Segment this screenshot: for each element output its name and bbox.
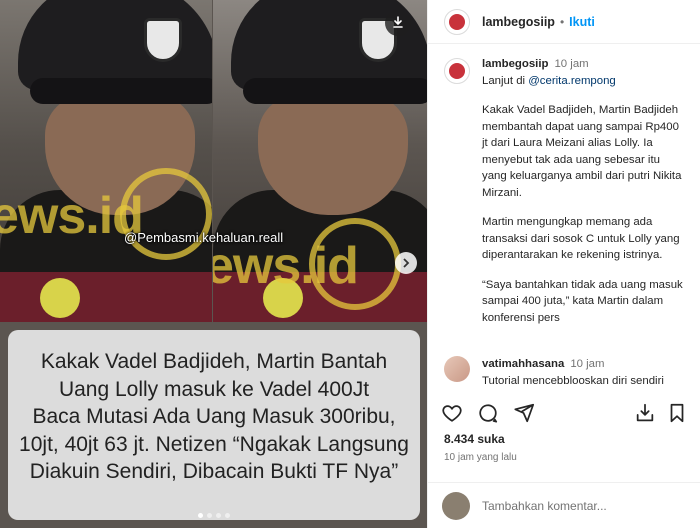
caption-paragraph: Kakak Vadel Badjideh, Martin Badjideh me…	[482, 104, 682, 199]
post-media[interactable]: ews.id ews.id @Pembasmi.kehaluan.reall K…	[0, 0, 427, 528]
carousel-indicator	[197, 513, 230, 518]
likes-count[interactable]: 8.434 suka	[444, 432, 505, 446]
avatar	[442, 491, 470, 520]
overlay-handle-text: @Pembasmi.kehaluan.reall	[124, 230, 284, 245]
comment-input[interactable]	[482, 498, 672, 513]
news-watermark: ews.id	[213, 237, 359, 295]
heart-icon	[441, 402, 463, 429]
save-icon	[634, 402, 656, 429]
save-button[interactable]	[633, 403, 657, 427]
cap-logo	[144, 18, 182, 62]
carousel-dot	[224, 513, 230, 518]
separator-dot: •	[559, 14, 565, 29]
download-icon	[391, 15, 405, 32]
caption-line: Diakuin Sendiri, Dibacain Bukti TF Nya”	[29, 460, 399, 483]
share-icon	[513, 402, 535, 429]
comment-text: Tutorial mencebblooskan diri sendiri	[482, 374, 664, 387]
comment-icon	[477, 402, 499, 429]
mention-link[interactable]: @cerita.rempong	[528, 75, 616, 87]
image-caption-card: Kakak Vadel Badjideh, Martin Bantah Uang…	[8, 330, 420, 520]
caption-line: Kakak Vadel Badjideh, Martin Bantah	[40, 350, 388, 373]
caption-paragraph: Martin mengungkap memang ada transaksi d…	[482, 216, 680, 261]
caption-username[interactable]: lambegosiip	[482, 58, 548, 70]
share-button[interactable]	[512, 403, 536, 427]
carousel-dot	[197, 513, 203, 518]
next-slide-button[interactable]	[395, 252, 417, 274]
post-timestamp[interactable]: 10 jam yang lalu	[444, 452, 517, 463]
post-header: lambegosiip • Ikuti	[428, 0, 700, 44]
caption-paragraph: “Saya bantahkan tidak ada uang masuk sam…	[482, 278, 683, 324]
comment-time: 10 jam	[570, 358, 605, 370]
news-watermark: ews.id	[0, 187, 144, 245]
carousel-dot	[206, 513, 212, 518]
video-frame-left: ews.id	[0, 0, 212, 322]
header-username[interactable]: lambegosiip	[482, 15, 555, 29]
like-button[interactable]	[440, 403, 464, 427]
caption-time[interactable]: 10 jam	[554, 58, 588, 70]
caption-line: Baca Mutasi Ada Uang Masuk 300ribu,	[32, 405, 396, 428]
instagram-post-modal: ews.id ews.id @Pembasmi.kehaluan.reall K…	[0, 0, 700, 528]
action-bar	[428, 400, 700, 430]
bookmark-icon	[666, 402, 688, 429]
avatar[interactable]	[444, 8, 470, 35]
video-frame-right: ews.id	[213, 0, 427, 322]
chevron-right-icon	[401, 255, 411, 271]
avatar[interactable]	[444, 356, 470, 382]
follow-button[interactable]: Ikuti	[569, 15, 595, 29]
comment-item: vatimahhasana 10 jam Tutorial mencebbloos…	[428, 356, 700, 389]
post-side-panel: lambegosiip • Ikuti lambegosiip 10 jam La…	[427, 0, 700, 528]
post-caption: lambegosiip 10 jam Lanjut di @cerita.remp…	[428, 56, 700, 326]
download-button[interactable]	[385, 10, 411, 36]
avatar[interactable]	[444, 58, 470, 84]
caption-line: Uang Lolly masuk ke Vadel 400Jt	[58, 377, 370, 401]
bookmark-button[interactable]	[665, 403, 689, 427]
carousel-dot	[215, 513, 221, 518]
caption-prefix: Lanjut di	[482, 74, 529, 87]
comment-username[interactable]: vatimahhasana	[482, 358, 564, 370]
caption-scroll-area[interactable]: lambegosiip 10 jam Lanjut di @cerita.remp…	[428, 56, 700, 396]
comment-button[interactable]	[476, 403, 500, 427]
caption-line: 10jt, 40jt 63 jt. Netizen “Ngakak Langsu…	[19, 432, 409, 456]
add-comment-bar	[428, 482, 700, 528]
